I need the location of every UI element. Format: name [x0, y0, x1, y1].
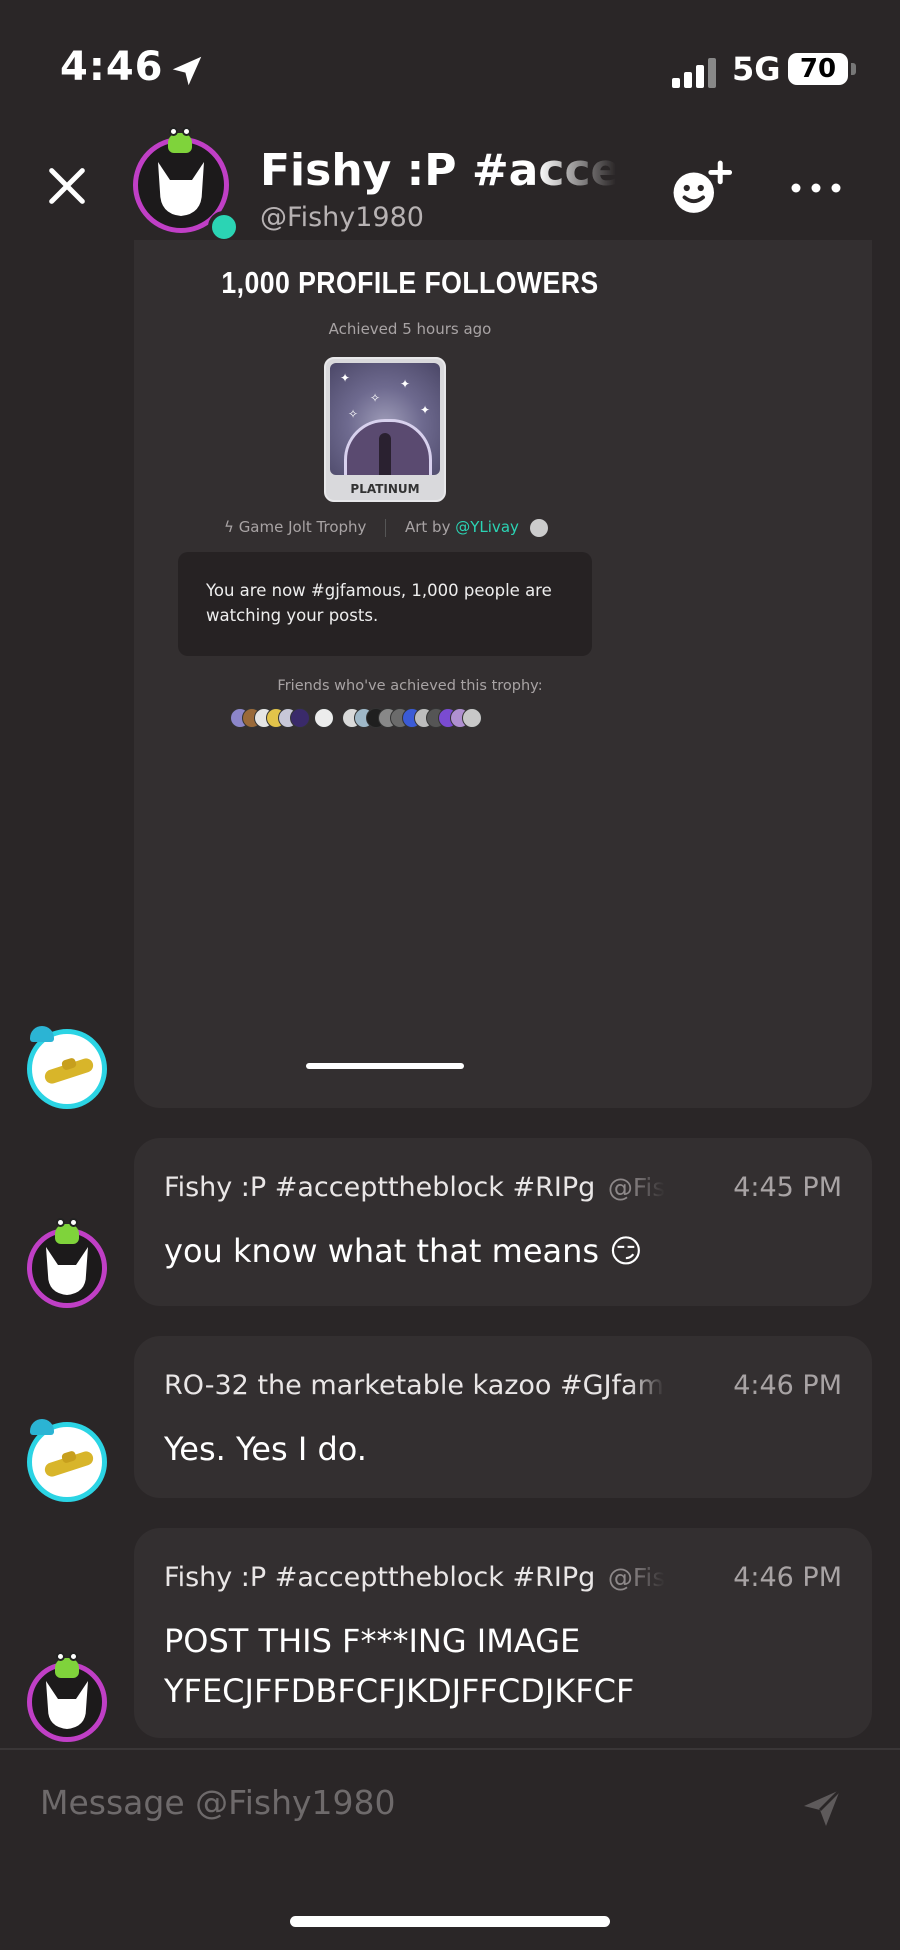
composer-divider — [0, 1748, 900, 1750]
trophy-description-box: You are now #gjfamous, 1,000 people are … — [178, 552, 592, 656]
friends-achieved-label: Friends who've achieved this trophy: — [277, 678, 543, 694]
message-handle: @Fis — [607, 1173, 666, 1202]
message-header: RO-32 the marketable kazoo #GJfam — [164, 1370, 664, 1401]
image-home-indicator — [306, 1063, 464, 1069]
message-card[interactable]: Fishy :P #accepttheblock #RIPg @Fis 4:45… — [134, 1138, 872, 1306]
message-handle: @Fis — [607, 1563, 666, 1592]
message-author[interactable]: Fishy :P #accepttheblock #RIPg — [164, 1172, 595, 1203]
trophy-description: You are now #gjfamous, 1,000 people are … — [206, 581, 552, 625]
frog-hat-icon — [55, 1652, 79, 1678]
message-body: you know what that means 😏 — [164, 1232, 643, 1270]
message-input[interactable] — [38, 1782, 762, 1823]
message-header: Fishy :P #accepttheblock #RIPg @Fis — [164, 1562, 665, 1593]
message-card[interactable]: Fishy :P #accepttheblock #RIPg @Fis 4:46… — [134, 1528, 872, 1738]
trophy-tier: PLATINUM — [350, 482, 420, 496]
trophy-achieved-time: Achieved 5 hours ago — [328, 320, 492, 338]
battery-icon: 70 — [788, 53, 848, 85]
frog-hat-icon — [168, 127, 192, 153]
conversation-handle[interactable]: @Fishy1980 — [260, 202, 424, 233]
message-time: 4:45 PM — [733, 1172, 842, 1203]
frog-hat-icon — [55, 1218, 79, 1244]
add-friend-icon[interactable] — [668, 160, 732, 216]
battery-tip — [851, 63, 856, 75]
friends-avatar-row — [230, 708, 550, 730]
trophy-art: ✦ ✦ ✧ ✦ ✧ — [330, 363, 440, 475]
artist-link[interactable]: @YLivay — [455, 518, 519, 536]
message-header: Fishy :P #accepttheblock #RIPg @Fis — [164, 1172, 665, 1203]
status-time: 4:46 — [60, 44, 164, 90]
artist-avatar — [529, 518, 548, 537]
message-body-line: YFECJFFDBFCFJKDJFFCDJKFCF — [164, 1672, 635, 1710]
cellular-signal-icon — [672, 56, 720, 88]
art-by-label: Art by — [404, 518, 451, 536]
cat-avatar-icon — [158, 162, 204, 216]
lightning-icon: ϟ — [224, 518, 234, 536]
message-author[interactable]: Fishy :P #accepttheblock #RIPg — [164, 1562, 595, 1593]
trophy-title: 1,000 PROFILE FOLLOWERS — [221, 265, 599, 300]
meta-divider — [385, 518, 387, 537]
network-type: 5G — [732, 50, 781, 88]
message-body-line: POST THIS F***ING IMAGE — [164, 1622, 581, 1660]
more-options-icon[interactable] — [786, 170, 846, 206]
message-body: Yes. Yes I do. — [164, 1430, 367, 1468]
close-icon[interactable] — [44, 163, 90, 209]
trophy-meta: ϟ Game Jolt Trophy Art by @YLivay — [224, 518, 548, 537]
hat-icon — [30, 1419, 54, 1435]
trophy-image-card[interactable]: 1,000 PROFILE FOLLOWERS Achieved 5 hours… — [134, 240, 872, 1108]
conversation-title[interactable]: Fishy :P #acceptt — [260, 145, 616, 196]
online-status-dot — [208, 211, 240, 243]
chat-header: 4:46 5G 70 Fishy :P #acceptt @Fishy1980 — [0, 0, 900, 255]
message-author[interactable]: RO-32 the marketable kazoo #GJfam — [164, 1370, 664, 1401]
trophy-badge: ✦ ✦ ✧ ✦ ✧ PLATINUM — [324, 357, 446, 502]
message-time: 4:46 PM — [733, 1562, 842, 1593]
hat-icon — [30, 1026, 54, 1042]
send-icon[interactable] — [798, 1784, 846, 1832]
message-card[interactable]: RO-32 the marketable kazoo #GJfam 4:46 P… — [134, 1336, 872, 1498]
message-time: 4:46 PM — [733, 1370, 842, 1401]
home-indicator — [290, 1916, 610, 1927]
trophy-type: Game Jolt Trophy — [238, 518, 367, 536]
message-body: POST THIS F***ING IMAGE YFECJFFDBFCFJKDJ… — [164, 1616, 634, 1716]
location-arrow-icon — [172, 56, 202, 86]
